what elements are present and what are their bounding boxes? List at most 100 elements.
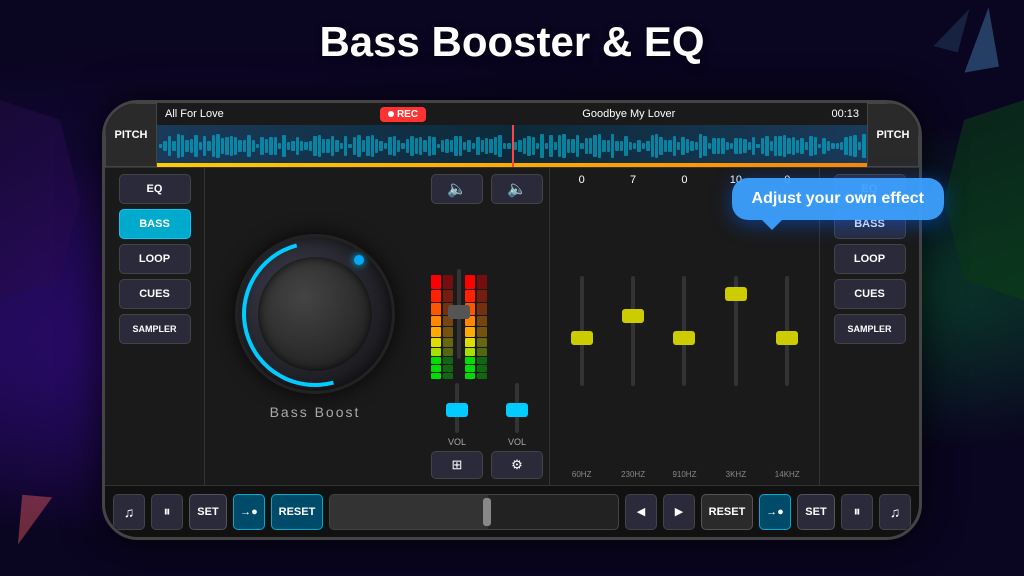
waveform-bar	[717, 138, 720, 155]
waveform-bar	[562, 134, 565, 157]
waveform-bar	[406, 139, 409, 153]
waveform-bar	[318, 135, 321, 158]
waveform-bar	[247, 135, 250, 157]
reset-left-button[interactable]: RESET	[271, 494, 323, 530]
eq-freq-label-14KHZ: 14KHZ	[765, 470, 809, 479]
waveform-bar	[163, 141, 166, 151]
rec-button[interactable]: REC	[380, 107, 426, 122]
vol-right-thumb[interactable]	[506, 403, 528, 417]
left-cues-button[interactable]: CUES	[119, 279, 191, 309]
vu-bar	[431, 348, 441, 356]
left-sampler-button[interactable]: SAMPLER	[119, 314, 191, 344]
vu-section	[431, 208, 543, 379]
left-eq-button[interactable]: EQ	[119, 174, 191, 204]
knob-container[interactable]	[235, 234, 395, 394]
progress-bar[interactable]	[329, 494, 619, 530]
pause-left-button[interactable]: ⏸	[151, 494, 183, 530]
waveform-bar	[800, 138, 803, 153]
waveform-bar	[362, 140, 365, 153]
eq-slider-wrap-2	[672, 276, 696, 386]
waveform-bar	[739, 138, 742, 154]
waveform-bar	[721, 138, 724, 153]
waveform-bar	[185, 140, 188, 152]
right-cues-button[interactable]: CUES	[834, 279, 906, 309]
pause-right-button[interactable]: ⏸	[841, 494, 873, 530]
eq-thumb-3[interactable]	[725, 287, 747, 301]
mid-vol-slider[interactable]	[457, 249, 461, 379]
vu-bar	[477, 290, 487, 303]
pitch-left-button[interactable]: PITCH	[105, 103, 157, 167]
vu-bar	[477, 327, 487, 337]
waveform-bar	[454, 136, 457, 157]
tooltip-bubble: Adjust your own effect	[732, 178, 944, 220]
waveform-bar	[558, 135, 561, 156]
waveform-bar	[849, 136, 852, 157]
set-left-button[interactable]: SET	[189, 494, 227, 530]
waveform-bar	[840, 142, 843, 151]
waveform-bars-right	[512, 125, 867, 167]
knob-area: Bass Boost	[205, 168, 425, 485]
waveform-bar	[726, 142, 729, 150]
vu-bar	[477, 365, 487, 372]
eq-thumb-1[interactable]	[622, 309, 644, 323]
waveform-bar	[809, 136, 812, 157]
vol-right-button[interactable]: 🔈	[491, 174, 543, 204]
waveform-bar	[629, 142, 632, 151]
right-sampler-button[interactable]: SAMPLER	[834, 314, 906, 344]
waveform-bar	[507, 143, 510, 149]
reset-right-button[interactable]: RESET	[701, 494, 753, 530]
right-loop-button[interactable]: LOOP	[834, 244, 906, 274]
vu-bar	[431, 373, 441, 379]
music-left-button[interactable]: ♫	[113, 494, 145, 530]
arrow-rec-left-button[interactable]: →●	[233, 494, 265, 530]
waveform-right	[512, 125, 867, 167]
waveform-bar	[181, 135, 184, 157]
waveform-bar	[536, 143, 539, 150]
waveform-bar	[159, 144, 162, 148]
eq-slider-wrap-3	[724, 276, 748, 386]
waveform-bar	[814, 137, 817, 155]
waveform-bar	[274, 137, 277, 156]
vol-left-button[interactable]: 🔈	[431, 174, 483, 204]
waveform-bar	[256, 144, 259, 148]
eq-sliders-row	[556, 196, 813, 466]
vu-bar	[443, 373, 453, 379]
bottom-right-icon-button[interactable]: ⚙	[491, 451, 543, 479]
music-right-button[interactable]: ♫	[879, 494, 911, 530]
waveform-bar	[567, 139, 570, 153]
arrow-rec-right-button[interactable]: →●	[759, 494, 791, 530]
waveform-bar	[265, 139, 268, 153]
playhead	[512, 125, 514, 167]
vu-bar	[465, 327, 475, 337]
waveform-bar	[467, 140, 470, 153]
prev-button[interactable]: ◀	[625, 494, 657, 530]
left-loop-button[interactable]: LOOP	[119, 244, 191, 274]
waveform-bar	[620, 141, 623, 150]
waveform-bar	[748, 142, 751, 149]
vu-bar	[431, 365, 441, 372]
waveform-bar	[858, 142, 861, 151]
vu-bar	[465, 357, 475, 365]
eq-slider-wrap-1	[621, 276, 645, 386]
left-bass-button[interactable]: BASS	[119, 209, 191, 239]
eq-thumb-2[interactable]	[673, 331, 695, 345]
vu-bar	[431, 316, 441, 327]
waveform-bar	[287, 142, 290, 150]
waveform-bar	[498, 135, 501, 157]
waveform-bar	[602, 140, 605, 153]
waveform-bar	[571, 139, 574, 152]
waveform-bar	[335, 140, 338, 152]
set-right-button[interactable]: SET	[797, 494, 835, 530]
bottom-left-icon-button[interactable]: ⊞	[431, 451, 483, 479]
vu-bar	[431, 338, 441, 347]
eq-thumb-4[interactable]	[776, 331, 798, 345]
eq-thumb-0[interactable]	[571, 331, 593, 345]
waveform-bar	[410, 136, 413, 156]
mid-slider-thumb[interactable]	[448, 305, 470, 319]
waveform-bar	[787, 138, 790, 153]
next-button[interactable]: ▶	[663, 494, 695, 530]
waveform-bar	[673, 136, 676, 156]
pitch-right-button[interactable]: PITCH	[867, 103, 919, 167]
vol-left-thumb[interactable]	[446, 403, 468, 417]
waveform-bar	[423, 140, 426, 153]
